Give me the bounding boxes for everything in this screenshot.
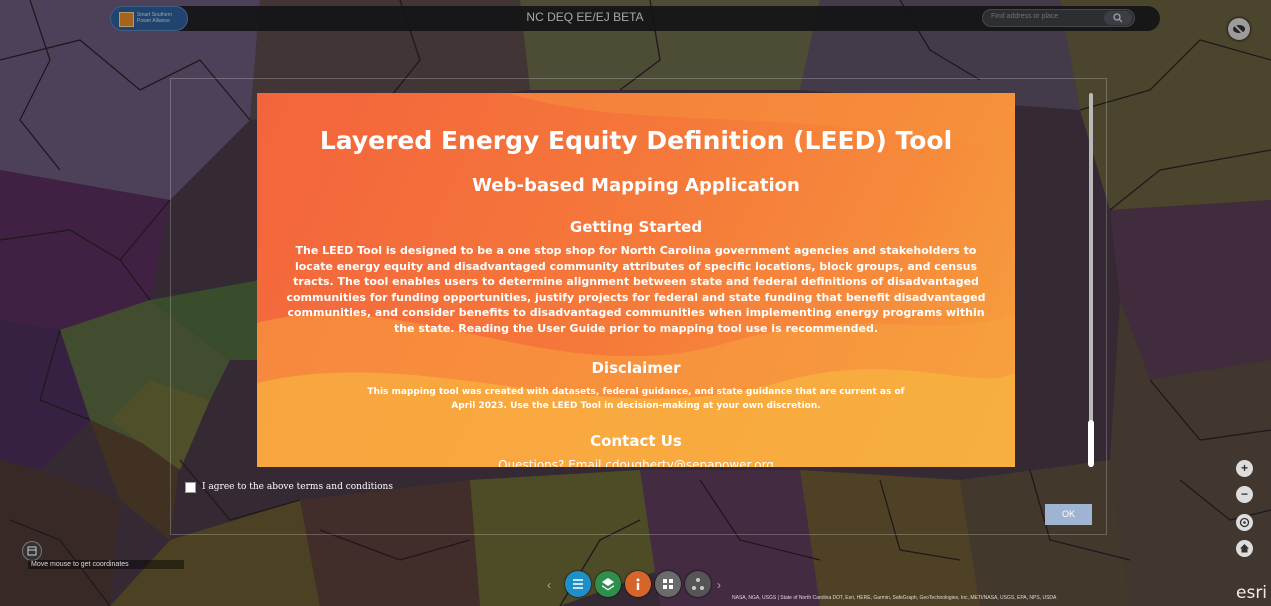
basemap-gallery-icon[interactable] <box>655 571 681 597</box>
contact-heading: Contact Us <box>590 432 682 450</box>
getting-started-heading: Getting Started <box>569 218 703 236</box>
coordinates-label: Move mouse to get coordinates <box>28 560 184 569</box>
zoom-in-button[interactable]: + <box>1236 460 1253 477</box>
legend-icon[interactable] <box>565 571 591 597</box>
widget-dock: ‹ › <box>545 571 733 603</box>
contact-text: Questions? Email cdougherty@sepapower.or… <box>498 458 774 467</box>
dialog-scrollbar[interactable] <box>1089 93 1093 467</box>
ok-button[interactable]: OK <box>1045 504 1092 525</box>
home-icon[interactable] <box>1236 540 1253 557</box>
dialog-subtitle: Web-based Mapping Application <box>472 175 800 196</box>
splash-content-panel: Layered Energy Equity Definition (LEED) … <box>257 93 1015 467</box>
dialog-title: Layered Energy Equity Definition (LEED) … <box>319 126 953 155</box>
dialog-scroll-thumb[interactable] <box>1088 420 1094 467</box>
locate-icon[interactable] <box>1236 514 1253 531</box>
agree-checkbox[interactable] <box>185 482 196 493</box>
info-icon[interactable] <box>625 571 651 597</box>
dock-next-icon[interactable]: › <box>717 578 721 592</box>
disclaimer-heading: Disclaimer <box>591 359 681 377</box>
map-attribution: NASA, NGA, USGS | State of North Carolin… <box>732 595 1057 601</box>
esri-logo: esri <box>1236 583 1268 603</box>
coordinate-toggle-icon[interactable] <box>22 541 42 561</box>
layers-icon[interactable] <box>595 571 621 597</box>
agree-label[interactable]: I agree to the above terms and condition… <box>202 482 462 492</box>
getting-started-text: The LEED Tool is designed to be a one st… <box>286 244 986 335</box>
share-icon[interactable] <box>685 571 711 597</box>
dock-prev-icon[interactable]: ‹ <box>547 578 551 592</box>
disclaimer-text: This mapping tool was created with datas… <box>367 387 905 411</box>
zoom-out-button[interactable]: − <box>1236 486 1253 503</box>
